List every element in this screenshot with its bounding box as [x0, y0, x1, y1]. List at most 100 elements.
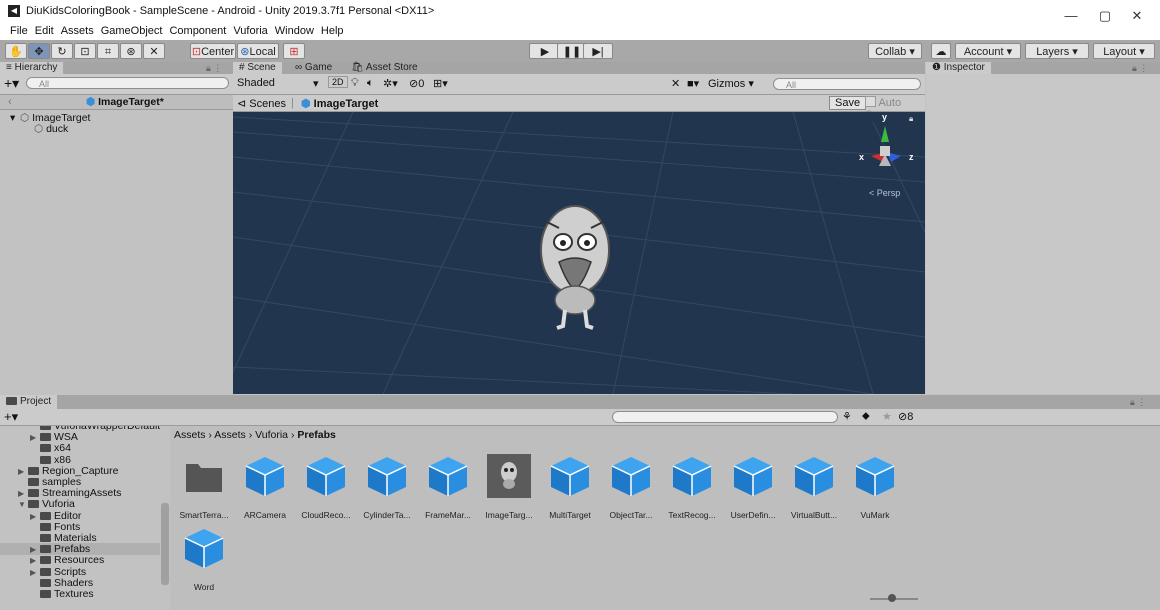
- menu-item-window[interactable]: Window: [275, 25, 314, 37]
- camera-settings-icon[interactable]: ■▾: [687, 77, 699, 90]
- cloud-button[interactable]: ☁: [931, 43, 951, 59]
- duck-model[interactable]: [523, 192, 643, 332]
- folder-icon: [28, 500, 39, 509]
- tab-game[interactable]: ∞ Game: [289, 62, 338, 74]
- asset-item[interactable]: ObjectTar...: [603, 454, 659, 520]
- rotate-tool-button[interactable]: ↻: [51, 43, 73, 59]
- asset-item[interactable]: TextRecog...: [664, 454, 720, 520]
- hierarchy-item[interactable]: ⬡ duck: [0, 123, 233, 135]
- tab-project[interactable]: Project: [0, 395, 58, 409]
- tab-scene[interactable]: # Scene: [233, 62, 282, 74]
- asset-item[interactable]: ImageTarg...: [481, 454, 537, 520]
- tree-scrollbar[interactable]: [161, 503, 169, 585]
- scale-tool-button[interactable]: ⊡: [74, 43, 96, 59]
- hand-tool-button[interactable]: ✋: [5, 43, 27, 59]
- custom-tool-button[interactable]: ✕: [143, 43, 165, 59]
- breadcrumb-item[interactable]: Assets: [214, 429, 246, 441]
- tools-icon[interactable]: ✕: [671, 77, 680, 90]
- filter-by-label-icon[interactable]: ⬥: [862, 410, 870, 423]
- scene-search-input[interactable]: All: [773, 78, 921, 90]
- zoom-slider-thumb[interactable]: [888, 594, 896, 602]
- tab-hierarchy[interactable]: ≡ Hierarchy: [0, 62, 64, 74]
- lock-icon[interactable]: 🔒︎ ⋮: [1132, 62, 1148, 74]
- rect-tool-button[interactable]: ⌗: [97, 43, 119, 59]
- snap-button[interactable]: ⊞: [283, 43, 305, 59]
- project-folder-item[interactable]: Textures: [0, 588, 160, 600]
- hidden-objects-toggle[interactable]: ⊘0: [409, 77, 424, 90]
- effects-toggle-icon[interactable]: ✲▾: [383, 77, 398, 90]
- collab-button[interactable]: Collab ▾: [868, 43, 922, 59]
- lock-icon[interactable]: 🔒︎ ⋮: [206, 62, 222, 74]
- breadcrumb-scenes[interactable]: ⊲ Scenes: [237, 97, 286, 110]
- grid-toggle-icon[interactable]: ⊞▾: [433, 77, 448, 90]
- project-folder-item[interactable]: Materials: [0, 532, 160, 544]
- asset-item[interactable]: VirtualButt...: [786, 454, 842, 520]
- step-button[interactable]: ▶|: [583, 43, 613, 59]
- breadcrumb-prefab[interactable]: ⬢ ImageTarget: [301, 97, 378, 110]
- project-folder-item[interactable]: ▼ Vuforia: [0, 498, 160, 510]
- project-folder-item[interactable]: x86: [0, 454, 160, 466]
- hierarchy-search-input[interactable]: All: [26, 77, 229, 89]
- shading-mode-dropdown[interactable]: Shaded: [237, 77, 275, 89]
- menu-item-file[interactable]: File: [10, 25, 28, 37]
- grid-snap-icon: ⊞: [289, 46, 299, 58]
- asset-item[interactable]: ARCamera: [237, 454, 293, 520]
- create-dropdown[interactable]: +▾: [4, 76, 19, 90]
- breadcrumb-item[interactable]: Prefabs: [297, 429, 336, 441]
- favorites-star-icon[interactable]: ★: [882, 410, 892, 423]
- move-tool-button[interactable]: ✥: [28, 43, 50, 59]
- project-search-input[interactable]: [612, 411, 838, 423]
- asset-item[interactable]: Word: [176, 526, 232, 592]
- 2d-toggle[interactable]: 2D: [328, 76, 348, 88]
- asset-item[interactable]: SmartTerra...: [176, 454, 232, 520]
- asset-item[interactable]: CloudReco...: [298, 454, 354, 520]
- menu-item-assets[interactable]: Assets: [61, 25, 94, 37]
- lock-icon[interactable]: 🔒︎ ⋮: [1130, 396, 1146, 408]
- orientation-gizmo[interactable]: y x z 🔒︎ < Persp: [853, 112, 923, 208]
- project-folder-item[interactable]: ▶ Resources: [0, 554, 160, 566]
- audio-toggle-icon[interactable]: 🔈︎: [367, 77, 374, 90]
- create-dropdown[interactable]: +▾: [4, 409, 18, 425]
- breadcrumb-item[interactable]: Vuforia: [255, 429, 288, 441]
- project-folder-item[interactable]: Fonts: [0, 521, 160, 533]
- chevron-down-icon[interactable]: ▾: [313, 77, 319, 90]
- project-folder-item[interactable]: samples: [0, 476, 160, 488]
- projection-label[interactable]: < Persp: [869, 188, 900, 198]
- asset-item[interactable]: FrameMar...: [420, 454, 476, 520]
- project-folder-item[interactable]: ▶ StreamingAssets: [0, 487, 160, 499]
- project-folder-item[interactable]: Shaders: [0, 577, 160, 589]
- filter-by-type-icon[interactable]: ⚘: [842, 410, 852, 423]
- account-dropdown[interactable]: Account ▾: [955, 43, 1021, 59]
- layers-dropdown[interactable]: Layers ▾: [1025, 43, 1089, 59]
- asset-item[interactable]: MultiTarget: [542, 454, 598, 520]
- tab-inspector[interactable]: ❶ Inspector: [926, 62, 991, 74]
- hidden-packages-toggle[interactable]: ⊘8: [898, 410, 913, 423]
- pivot-rotation-button[interactable]: ⊛Local: [237, 43, 279, 59]
- project-folder-item[interactable]: ▶ Region_Capture: [0, 465, 160, 477]
- project-folder-item[interactable]: x64: [0, 442, 160, 454]
- asset-item[interactable]: CylinderTa...: [359, 454, 415, 520]
- lighting-toggle-icon[interactable]: 💡︎: [351, 77, 359, 90]
- gizmos-dropdown[interactable]: Gizmos ▾: [708, 77, 754, 90]
- hierarchy-search-bar: +▾ All: [0, 74, 233, 95]
- asset-item[interactable]: UserDefin...: [725, 454, 781, 520]
- tab-asset-store[interactable]: 🛍︎ Asset Store: [345, 62, 424, 74]
- scene-viewport[interactable]: y x z 🔒︎ < Persp: [233, 112, 925, 394]
- pivot-mode-button[interactable]: ⊡Center: [190, 43, 236, 59]
- layout-dropdown[interactable]: Layout ▾: [1093, 43, 1155, 59]
- project-folder-item[interactable]: ▶ Scripts: [0, 566, 160, 578]
- menu-item-gameobject[interactable]: GameObject: [101, 25, 163, 37]
- menu-item-edit[interactable]: Edit: [35, 25, 54, 37]
- project-folder-item[interactable]: ▶ WSA: [0, 431, 160, 443]
- menu-item-component[interactable]: Component: [169, 25, 226, 37]
- lock-icon[interactable]: 🔒︎: [909, 114, 913, 124]
- menu-item-vuforia[interactable]: Vuforia: [233, 25, 267, 37]
- breadcrumb-item[interactable]: Assets: [174, 429, 206, 441]
- back-arrow-icon[interactable]: ‹: [8, 96, 12, 108]
- project-folder-item[interactable]: ▶ Prefabs: [0, 543, 160, 556]
- menu-item-help[interactable]: Help: [321, 25, 344, 37]
- asset-item[interactable]: VuMark: [847, 454, 903, 520]
- project-folder-item[interactable]: ▶ Editor: [0, 510, 160, 522]
- transform-tool-button[interactable]: ⊛: [120, 43, 142, 59]
- save-button[interactable]: Save: [829, 96, 867, 110]
